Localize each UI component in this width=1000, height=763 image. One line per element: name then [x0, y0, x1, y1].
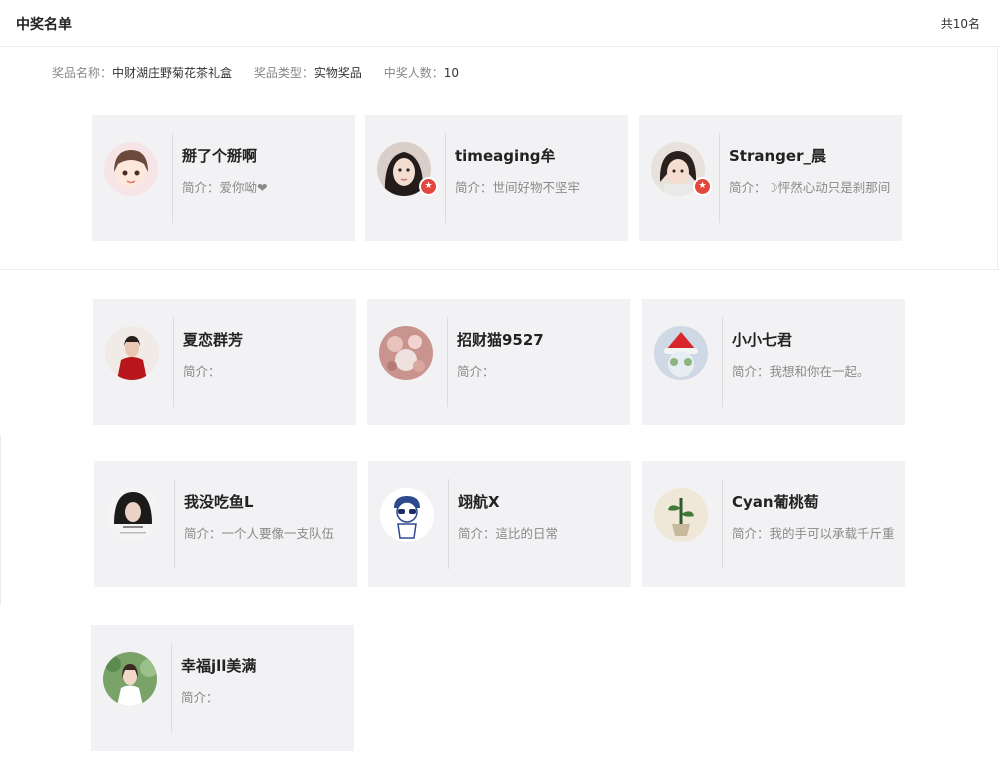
winner-card[interactable]: Cyan葡桃萄 简介：我的手可以承载千斤重 — [642, 461, 905, 587]
winner-name[interactable]: Stranger_晨 — [729, 145, 826, 166]
winner-intro: 简介：我的手可以承载千斤重 — [732, 526, 895, 541]
winner-card[interactable]: ★ Stranger_晨 简介：☽怦然心动只是刹那间 — [639, 115, 902, 241]
woman-red-dress-avatar[interactable] — [105, 326, 159, 380]
header-bar: 中奖名单 共10名 — [0, 0, 1000, 47]
card-separator — [445, 133, 446, 223]
card-separator — [722, 479, 723, 569]
winner-name[interactable]: 幸福jll美满 — [181, 655, 256, 676]
prize-info: 奖品名称：中财湖庄野菊花茶礼盒 奖品类型：实物奖品 中奖人数：10 — [52, 64, 477, 81]
winner-count-label: 中奖人数： — [383, 66, 444, 80]
winner-card[interactable]: 夏恋群芳 简介： — [93, 299, 356, 425]
winner-intro: 简介：世间好物不坚牢 — [455, 180, 581, 195]
card-separator — [173, 317, 174, 407]
plant-pot-avatar[interactable] — [654, 488, 708, 542]
winner-name[interactable]: Cyan葡桃萄 — [732, 491, 819, 512]
card-separator — [719, 133, 720, 223]
winner-intro: 简介： — [181, 690, 219, 705]
winner-card[interactable]: ★ timeaging牟 简介：世间好物不坚牢 — [365, 115, 628, 241]
cartoon-girl-avatar[interactable] — [104, 142, 158, 196]
winner-name[interactable]: 掰了个掰啊 — [182, 145, 257, 166]
winner-name[interactable]: 翊航X — [458, 491, 500, 512]
prize-type-value: 实物奖品 — [313, 66, 362, 80]
winner-card[interactable]: 我没吃鱼L 简介：一个人要像一支队伍 — [94, 461, 357, 587]
winner-card[interactable]: 掰了个掰啊 简介：爱你呦❤ — [92, 115, 355, 241]
dark-hair-girl-avatar[interactable] — [106, 488, 160, 542]
winner-name[interactable]: 夏恋群芳 — [183, 329, 243, 350]
winner-intro: 简介： — [183, 364, 221, 379]
card-separator — [172, 133, 173, 223]
winner-card[interactable]: 小小七君 简介：我想和你在一起。 — [642, 299, 905, 425]
panel-border — [997, 46, 998, 270]
woman-white-shirt-avatar[interactable] — [103, 652, 157, 706]
page-title: 中奖名单 — [16, 17, 72, 33]
winner-intro: 简介： — [457, 364, 495, 379]
prize-name-value: 中财湖庄野菊花茶礼盒 — [112, 66, 233, 80]
winner-intro: 简介：一个人要像一支队伍 — [184, 526, 335, 541]
winner-name[interactable]: timeaging牟 — [455, 145, 556, 166]
winner-intro: 简介：☽怦然心动只是刹那间 — [729, 180, 891, 195]
card-separator — [447, 317, 448, 407]
christmas-hat-avatar[interactable] — [654, 326, 708, 380]
prize-name-label: 奖品名称： — [52, 66, 113, 80]
panel-border — [0, 435, 1, 605]
winner-card[interactable]: 幸福jll美满 简介： — [91, 625, 354, 751]
winner-name[interactable]: 招财猫9527 — [457, 329, 544, 350]
winner-name[interactable]: 我没吃鱼L — [184, 491, 254, 512]
sketch-boy-avatar[interactable] — [380, 488, 434, 542]
card-separator — [448, 479, 449, 569]
pink-floral-avatar[interactable] — [379, 326, 433, 380]
verified-star-icon: ★ — [693, 177, 712, 196]
section-divider — [0, 269, 1000, 270]
winner-card[interactable]: 招财猫9527 简介： — [367, 299, 630, 425]
winner-name[interactable]: 小小七君 — [732, 329, 792, 350]
prize-type-label: 奖品类型： — [253, 66, 314, 80]
winner-count-value: 10 — [443, 66, 460, 80]
verified-star-icon: ★ — [419, 177, 438, 196]
winner-card[interactable]: 翊航X 简介：這比的日常 — [368, 461, 631, 587]
winner-intro: 简介：爱你呦❤ — [182, 180, 268, 195]
winner-total-count: 共10名 — [940, 17, 980, 31]
winner-intro: 简介：我想和你在一起。 — [732, 364, 870, 379]
card-separator — [174, 479, 175, 569]
winner-intro: 简介：這比的日常 — [458, 526, 559, 541]
card-separator — [171, 643, 172, 733]
card-separator — [722, 317, 723, 407]
